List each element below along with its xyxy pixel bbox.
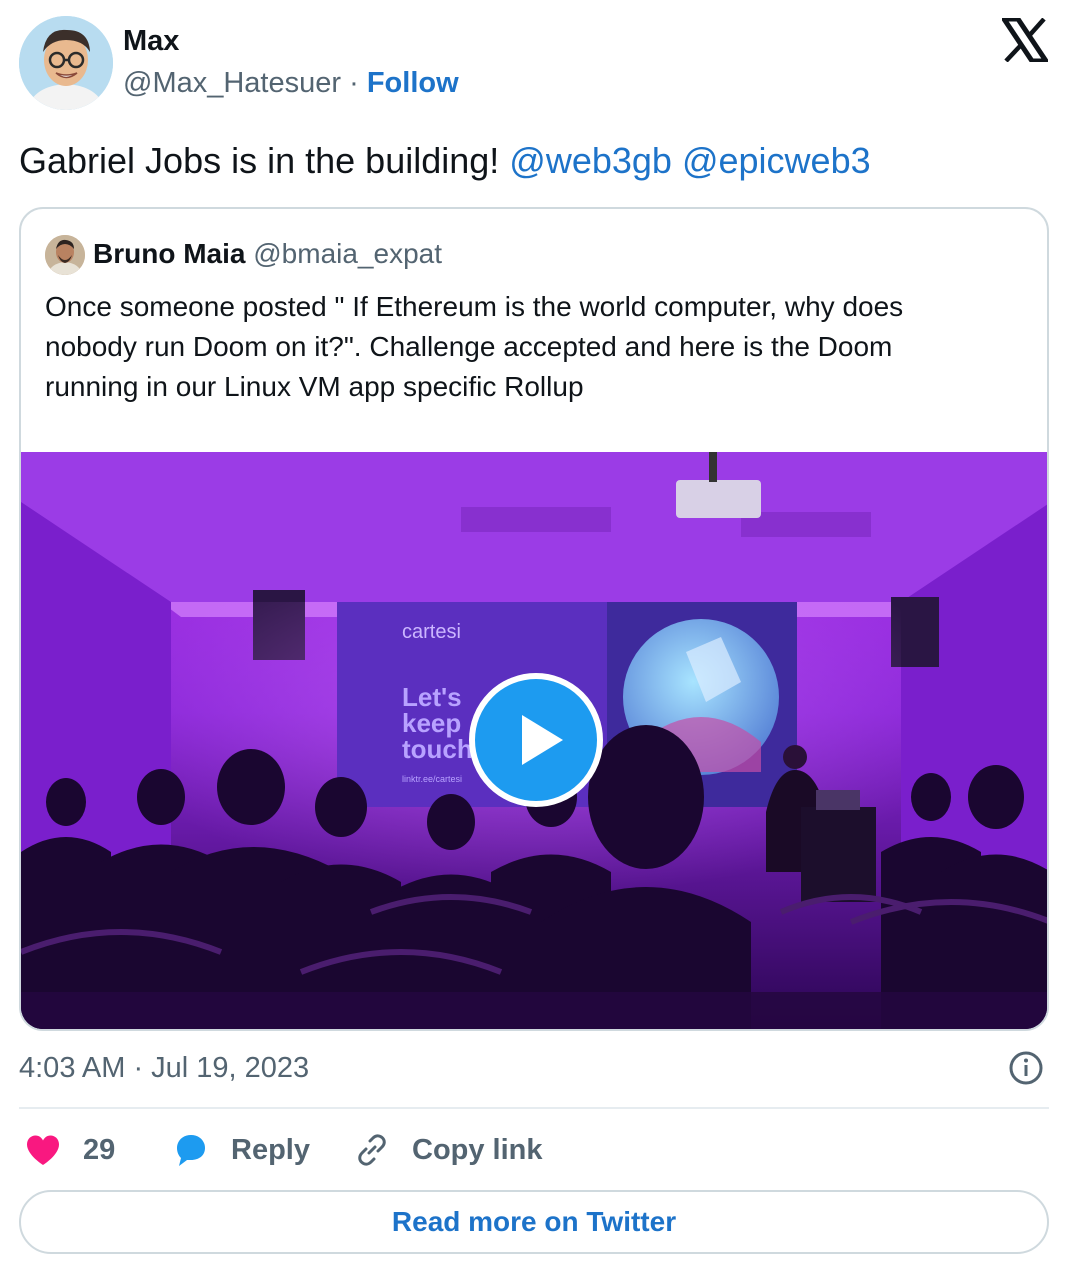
author-handle-row: @Max_Hatesuer · Follow	[123, 67, 459, 100]
play-button[interactable]	[469, 673, 603, 807]
slide-brand: cartesi	[402, 621, 461, 643]
quoted-author-row: Bruno Maia @bmaia_expat	[93, 238, 442, 270]
reply-bubble-icon	[177, 1135, 205, 1166]
handle-separator: ·	[349, 67, 359, 99]
tweet-body: Gabriel Jobs is in the building!	[19, 140, 500, 181]
author-avatar[interactable]	[19, 16, 113, 110]
like-button[interactable]: 29	[25, 1128, 115, 1172]
follow-button[interactable]: Follow	[367, 67, 459, 99]
quoted-author-avatar[interactable]	[45, 235, 85, 275]
copy-link-button[interactable]: Copy link	[354, 1128, 543, 1172]
mention-link[interactable]: @web3gb	[509, 140, 672, 181]
tweet-text: Gabriel Jobs is in the building! @web3gb…	[19, 138, 871, 184]
info-icon[interactable]	[1008, 1050, 1044, 1086]
reply-button[interactable]: Reply	[173, 1128, 310, 1172]
slide-link: linktr.ee/cartesi	[402, 774, 462, 784]
copy-link-label: Copy link	[412, 1133, 543, 1166]
quoted-author-handle[interactable]: @bmaia_expat	[253, 238, 442, 269]
author-name[interactable]: Max	[123, 25, 179, 58]
divider	[19, 1107, 1049, 1109]
reply-label: Reply	[231, 1133, 310, 1166]
play-icon	[522, 715, 563, 765]
tweet-timestamp[interactable]: 4:03 AM · Jul 19, 2023	[19, 1052, 309, 1085]
read-more-button[interactable]: Read more on Twitter	[19, 1190, 1049, 1254]
quoted-avatar-image	[45, 235, 85, 275]
author-avatar-image	[19, 16, 113, 110]
heart-icon	[27, 1135, 59, 1165]
author-handle[interactable]: @Max_Hatesuer	[123, 67, 341, 99]
slide-headline-3: touch	[402, 734, 473, 764]
video-thumbnail[interactable]: cartesi Let's keep touch linktr.ee/carte…	[21, 452, 1047, 1029]
tweet-embed-card: Max @Max_Hatesuer · Follow Gabriel Jobs …	[0, 0, 1078, 1276]
x-logo-icon[interactable]	[1002, 18, 1048, 62]
like-count: 29	[83, 1133, 116, 1166]
quoted-tweet[interactable]: Bruno Maia @bmaia_expat Once someone pos…	[19, 207, 1049, 1031]
mention-link[interactable]: @epicweb3	[682, 140, 871, 181]
link-icon	[358, 1134, 386, 1166]
quoted-author-name[interactable]: Bruno Maia	[93, 238, 245, 269]
quoted-tweet-text: Once someone posted " If Ethereum is the…	[45, 291, 904, 402]
